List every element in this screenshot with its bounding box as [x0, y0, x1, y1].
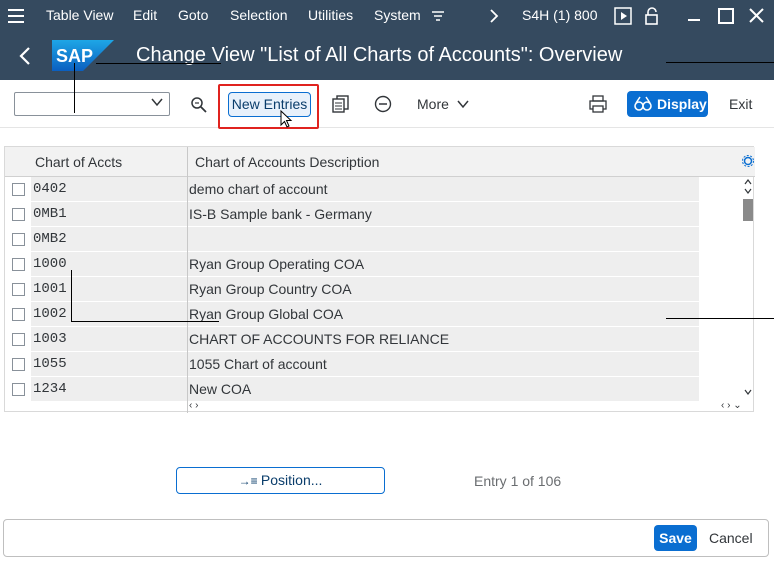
row-checkbox[interactable] — [12, 183, 25, 196]
menu-system[interactable]: System — [374, 7, 421, 23]
row-checkbox[interactable] — [12, 208, 25, 221]
maximize-icon[interactable] — [718, 8, 734, 24]
minimize-icon[interactable] — [687, 8, 701, 22]
chart-of-accts-cell[interactable]: 0MB1 — [33, 206, 67, 222]
table-row[interactable]: 1003 CHART OF ACCOUNTS FOR RELIANCE — [5, 327, 699, 352]
annotation-line-top-right — [666, 62, 774, 63]
desc-cell-bg — [188, 377, 699, 402]
column-divider — [187, 147, 188, 413]
table-header: Chart of Accts Chart of Accounts Descrip… — [5, 147, 755, 177]
row-checkbox[interactable] — [12, 233, 25, 246]
chart-of-accts-cell[interactable]: 1000 — [33, 256, 67, 272]
vertical-scrollbar[interactable] — [742, 177, 754, 401]
row-checkbox[interactable] — [12, 283, 25, 296]
unlock-icon[interactable] — [644, 6, 662, 26]
column-header-description[interactable]: Chart of Accounts Description — [195, 154, 379, 170]
chevron-down-icon — [151, 98, 163, 107]
chart-of-accts-cell[interactable]: 0MB2 — [33, 231, 67, 247]
variant-select[interactable] — [14, 92, 170, 116]
customize-icon[interactable] — [431, 9, 445, 23]
print-icon[interactable] — [589, 95, 607, 113]
description-cell[interactable]: IS-B Sample bank - Germany — [189, 206, 372, 222]
scroll-left-right-icon[interactable]: ‹ › — [189, 400, 198, 411]
play-icon[interactable] — [614, 7, 632, 25]
row-checkbox[interactable] — [12, 358, 25, 371]
copy-icon[interactable] — [332, 95, 350, 113]
row-checkbox[interactable] — [12, 308, 25, 321]
title-bar: SAP Change View "List of All Charts of A… — [0, 32, 774, 80]
system-id: S4H (1) 800 — [522, 7, 598, 23]
cancel-button[interactable]: Cancel — [709, 530, 753, 546]
entry-counter: Entry 1 of 106 — [474, 473, 562, 489]
scroll-right-arrows-icon[interactable]: ‹ › ⌄ — [721, 400, 742, 411]
row-checkbox[interactable] — [12, 383, 25, 396]
table-settings-icon[interactable] — [742, 155, 754, 167]
description-cell[interactable]: demo chart of account — [189, 181, 328, 197]
description-cell[interactable]: Ryan Group Country COA — [189, 281, 352, 297]
hamburger-menu-icon[interactable] — [8, 9, 24, 23]
table-row[interactable]: 1002 Ryan Group Global COA — [5, 302, 699, 327]
chart-of-accts-cell[interactable]: 0402 — [33, 181, 67, 197]
chevron-right-icon[interactable] — [488, 9, 500, 23]
menu-utilities[interactable]: Utilities — [308, 7, 353, 23]
description-cell[interactable]: CHART OF ACCOUNTS FOR RELIANCE — [189, 331, 449, 347]
annotation-line-bottom-right — [666, 318, 774, 319]
chart-of-accts-cell[interactable]: 1234 — [33, 381, 67, 397]
description-cell[interactable]: Ryan Group Operating COA — [189, 256, 364, 272]
table-row[interactable]: 1234 New COA — [5, 377, 699, 402]
chart-of-accts-cell[interactable]: 1002 — [33, 306, 67, 322]
menu-goto[interactable]: Goto — [178, 7, 208, 23]
annotation-line-left — [74, 63, 75, 113]
sap-logo: SAP — [52, 40, 114, 71]
save-button[interactable]: Save — [654, 525, 697, 551]
table-row[interactable]: 1055 1055 Chart of account — [5, 352, 699, 377]
table-row[interactable]: 0MB1 IS-B Sample bank - Germany — [5, 202, 699, 227]
desc-cell-bg — [188, 227, 699, 252]
chart-of-accts-cell[interactable]: 1055 — [33, 356, 67, 372]
row-checkbox[interactable] — [12, 258, 25, 271]
table-row[interactable]: 1000 Ryan Group Operating COA — [5, 252, 699, 277]
chart-of-accts-cell[interactable]: 1003 — [33, 331, 67, 347]
zoom-icon[interactable] — [190, 96, 208, 114]
exit-button[interactable]: Exit — [729, 96, 752, 112]
close-icon[interactable] — [749, 8, 764, 23]
description-cell[interactable]: New COA — [189, 381, 251, 397]
annotation-line-bottom — [71, 321, 219, 322]
annotation-line-top — [96, 63, 221, 64]
column-header-chart-of-accts[interactable]: Chart of Accts — [35, 154, 122, 170]
more-menu[interactable]: More — [417, 96, 469, 112]
position-icon: →≡ — [238, 474, 261, 488]
accounts-table: Chart of Accts Chart of Accounts Descrip… — [4, 146, 755, 413]
mouse-cursor-icon — [280, 110, 293, 128]
glasses-icon — [634, 96, 652, 111]
annotation-line-mid — [71, 270, 72, 322]
menu-edit[interactable]: Edit — [133, 7, 157, 23]
position-label: Position... — [260, 472, 323, 488]
chart-of-accts-cell[interactable]: 1001 — [33, 281, 67, 297]
delete-icon[interactable] — [374, 95, 392, 113]
row-checkbox[interactable] — [12, 333, 25, 346]
display-label: Display — [657, 96, 707, 112]
menu-selection[interactable]: Selection — [230, 7, 288, 23]
position-button[interactable]: →≡ Position... — [176, 467, 385, 494]
table-row[interactable]: 1001 Ryan Group Country COA — [5, 277, 699, 302]
chevron-down-icon — [457, 100, 469, 109]
description-cell[interactable]: Ryan Group Global COA — [189, 306, 343, 322]
more-label: More — [417, 96, 449, 112]
new-entries-button[interactable]: New Entries — [228, 92, 311, 117]
menu-bar: Table View Edit Goto Selection Utilities… — [0, 0, 774, 32]
table-row[interactable]: 0402 demo chart of account — [5, 177, 699, 202]
description-cell[interactable]: 1055 Chart of account — [189, 356, 327, 372]
menu-table-view[interactable]: Table View — [46, 7, 113, 23]
display-button[interactable]: Display — [627, 91, 708, 117]
table-row[interactable]: 0MB2 — [5, 227, 699, 252]
back-icon[interactable] — [18, 46, 32, 66]
